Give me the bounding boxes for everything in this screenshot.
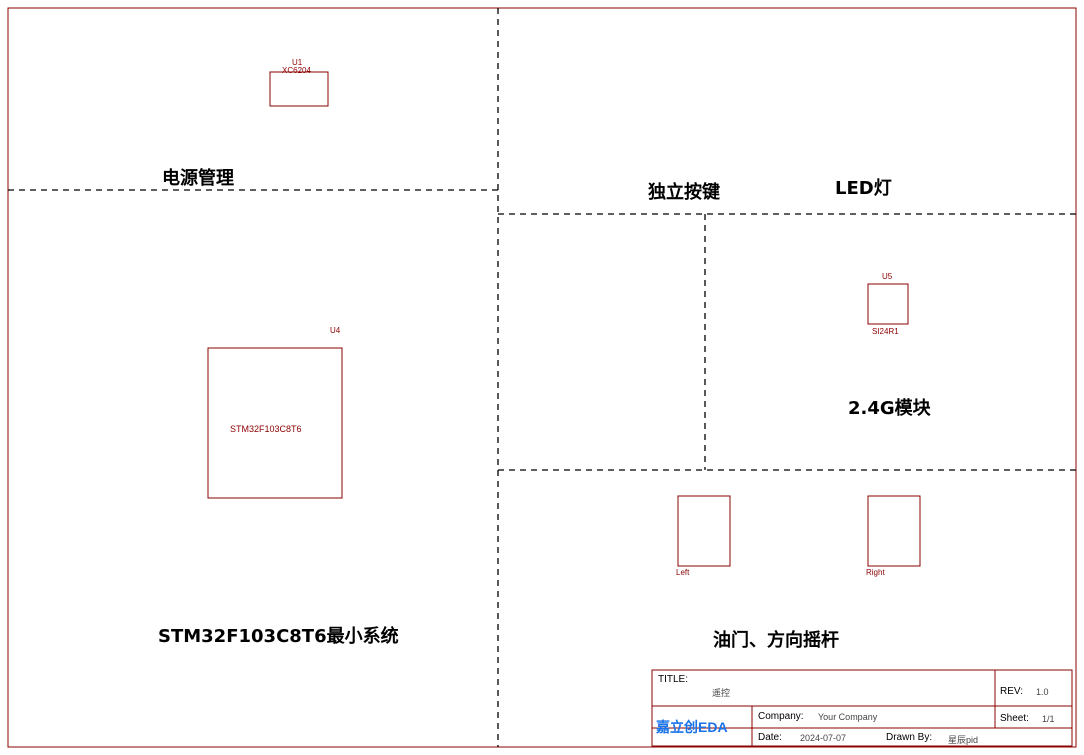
company-label: Company: (758, 711, 804, 722)
rf-part-label: SI24R1 (872, 327, 899, 336)
rev-label: REV: (1000, 686, 1023, 697)
sheet-value: 1/1 (1042, 714, 1055, 724)
sheet-label: Sheet: (1000, 713, 1029, 724)
ldo-part-label: XC6204 (282, 66, 311, 75)
section-title-rf: 2.4G模块 (848, 398, 931, 419)
mcu-ref-label: U4 (330, 326, 341, 335)
title-value: 遥控 (712, 688, 731, 698)
eda-logo: 嘉立创EDA (656, 719, 728, 735)
rev-value: 1.0 (1036, 687, 1049, 697)
schematic-sheet: 电源管理 独立按键 LED灯 STM32F103C8T6最小系统 2.4G模块 … (0, 0, 1084, 755)
date-value: 2024-07-07 (800, 733, 847, 743)
drawn-by-value: 星辰pid (948, 735, 979, 745)
mcu-part-label: STM32F103C8T6 (230, 424, 302, 434)
rf-ref-label: U5 (882, 272, 893, 281)
component-outlines (207, 71, 921, 567)
title-label: TITLE: (658, 674, 689, 685)
section-title-power: 电源管理 (162, 168, 234, 189)
company-value: Your Company (818, 712, 878, 722)
right-stick-label: Right (866, 568, 885, 577)
section-title-joystick: 油门、方向摇杆 (713, 630, 839, 651)
section-title-led: LED灯 (835, 178, 892, 199)
date-label: Date: (758, 732, 782, 743)
drawn-by-label: Drawn By: (886, 732, 933, 743)
left-stick-label: Left (676, 568, 690, 577)
section-title-mcu: STM32F103C8T6最小系统 (158, 626, 399, 647)
section-title-keys: 独立按键 (648, 182, 720, 203)
